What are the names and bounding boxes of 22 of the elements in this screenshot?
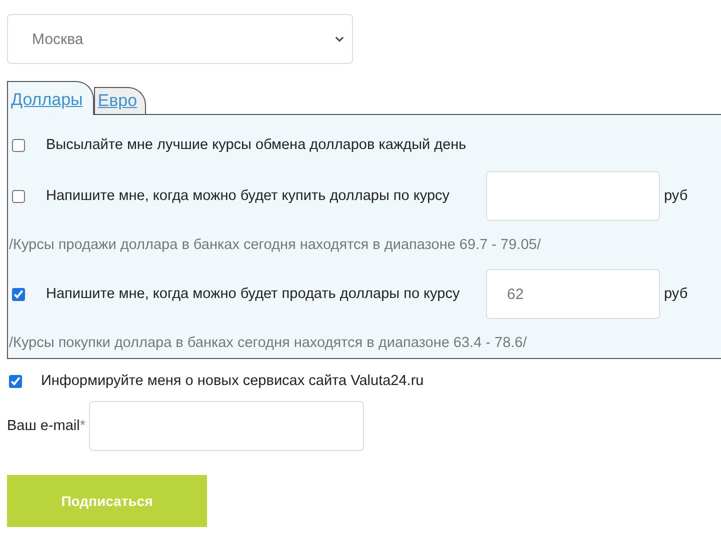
unit-label: руб <box>664 188 688 204</box>
checkbox[interactable] <box>12 190 25 202</box>
option-label: Напишите мне, когда можно будет продать доллары по курсу <box>46 286 461 302</box>
option-label: Высылайте мне лучшие курсы обмена долларов каждый день <box>46 137 466 153</box>
range-note: /Курсы покупки доллара в банках сегодня находятся в диапазоне 63.4 - 78.6/ <box>9 335 527 351</box>
chevron-down-icon <box>335 36 344 42</box>
city-select[interactable]: Москва <box>7 14 353 64</box>
checkbox[interactable] <box>12 138 25 152</box>
unit-label: руб <box>664 286 688 302</box>
tab[interactable]: Доллары <box>7 81 94 115</box>
email-field[interactable] <box>88 401 364 451</box>
option-label: Напишите мне, когда можно будет купить доллары по курсу <box>46 188 451 204</box>
option-label: Информируйте меня о новых сервисах сайта Valuta24.ru <box>41 373 424 389</box>
subscribe-button[interactable]: Подписаться <box>7 475 207 527</box>
email-label: Ваш e-mail <box>7 418 80 434</box>
checkbox[interactable] <box>12 288 25 300</box>
required-mark: * <box>80 418 86 434</box>
checkbox[interactable] <box>9 374 22 388</box>
rate-field[interactable]: 62 <box>486 269 660 319</box>
range-note: /Курсы продажи доллара в банках сегодня находятся в диапазоне 69.7 - 79.05/ <box>9 237 541 253</box>
tab[interactable]: Евро <box>94 87 146 114</box>
rate-field[interactable] <box>486 171 660 221</box>
